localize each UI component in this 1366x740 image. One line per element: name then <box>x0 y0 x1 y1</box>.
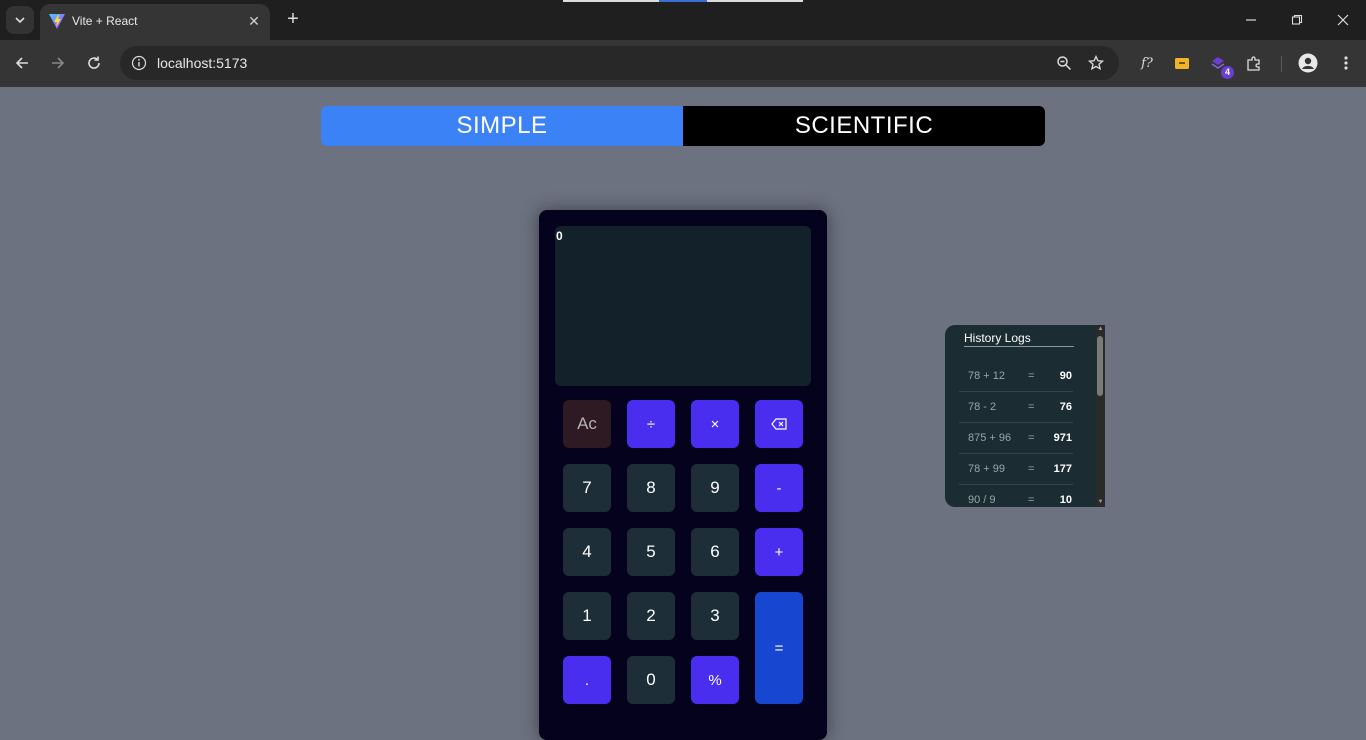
close-window-icon[interactable] <box>1331 8 1355 32</box>
history-result: 177 <box>1053 463 1072 475</box>
purple-extension-icon[interactable]: 4 <box>1206 51 1234 79</box>
reload-icon[interactable] <box>82 51 106 75</box>
zoom-icon[interactable] <box>1054 53 1074 73</box>
calculator: 0 Ac ÷ × 7 8 9 - 4 5 6 + 1 2 3 = . 0 % <box>539 210 827 740</box>
history-entry[interactable]: 78 + 12 = 90 <box>959 360 1073 392</box>
history-equals: = <box>1028 463 1035 475</box>
simple-mode-button[interactable]: SIMPLE <box>321 106 683 146</box>
digit-9-button[interactable]: 9 <box>691 464 739 512</box>
backspace-icon <box>771 418 787 430</box>
bookmark-star-icon[interactable] <box>1086 53 1106 73</box>
divide-button[interactable]: ÷ <box>627 400 675 448</box>
history-entry[interactable]: 78 - 2 = 76 <box>959 391 1073 423</box>
history-title: History Logs <box>964 331 1074 347</box>
scroll-up-arrow-icon[interactable]: ▲ <box>1096 325 1105 334</box>
forward-arrow-icon[interactable] <box>46 51 70 75</box>
extension-badge: 4 <box>1221 66 1234 79</box>
digit-2-button[interactable]: 2 <box>627 592 675 640</box>
browser-tabstrip: Vite + React ✕ + <box>0 0 1366 40</box>
font-extension-icon[interactable]: f? <box>1135 51 1159 75</box>
minus-button[interactable]: - <box>755 464 803 512</box>
history-equals: = <box>1028 370 1035 382</box>
calculator-display: 0 <box>555 226 811 386</box>
history-equals: = <box>1028 494 1035 506</box>
scroll-thumb[interactable] <box>1097 336 1103 396</box>
scientific-mode-button[interactable]: SCIENTIFIC <box>683 106 1045 146</box>
browser-toolbar: localhost:5173 f? 4 <box>0 40 1366 87</box>
plus-button[interactable]: + <box>755 528 803 576</box>
browser-tab[interactable]: Vite + React ✕ <box>40 4 270 40</box>
history-result: 971 <box>1053 432 1072 444</box>
backspace-button[interactable] <box>755 400 803 448</box>
toolbar-divider <box>1281 56 1282 72</box>
digit-1-button[interactable]: 1 <box>563 592 611 640</box>
digit-7-button[interactable]: 7 <box>563 464 611 512</box>
tab-title: Vite + React <box>72 14 138 28</box>
puzzle-extensions-icon[interactable] <box>1242 51 1266 75</box>
tab-search-button[interactable] <box>6 6 34 34</box>
folder-extension-icon[interactable] <box>1170 51 1194 75</box>
history-expression: 78 + 12 <box>968 370 1006 382</box>
digit-6-button[interactable]: 6 <box>691 528 739 576</box>
history-equals: = <box>1028 432 1035 444</box>
more-menu-icon[interactable] <box>1334 51 1358 75</box>
history-result: 90 <box>1059 370 1072 382</box>
history-expression: 875 + 96 <box>968 432 1012 444</box>
display-value: 0 <box>556 229 563 243</box>
history-scrollbar[interactable]: ▲ ▼ <box>1096 325 1105 507</box>
minimize-icon[interactable] <box>1239 8 1263 32</box>
history-equals: = <box>1028 401 1035 413</box>
restore-icon[interactable] <box>1285 8 1309 32</box>
site-info-icon[interactable] <box>128 52 150 74</box>
decimal-button[interactable]: . <box>563 656 611 704</box>
digit-8-button[interactable]: 8 <box>627 464 675 512</box>
digit-0-button[interactable]: 0 <box>627 656 675 704</box>
digit-4-button[interactable]: 4 <box>563 528 611 576</box>
history-expression: 78 - 2 <box>968 401 997 413</box>
back-arrow-icon[interactable] <box>10 51 34 75</box>
scroll-down-arrow-icon[interactable]: ▼ <box>1096 498 1105 507</box>
digit-5-button[interactable]: 5 <box>627 528 675 576</box>
drag-indicator <box>563 0 803 2</box>
equals-button[interactable]: = <box>755 592 803 704</box>
chevron-down-icon <box>15 17 25 24</box>
vite-logo-icon <box>49 14 65 29</box>
address-bar[interactable]: localhost:5173 <box>120 46 1119 80</box>
profile-avatar-icon[interactable] <box>1296 51 1320 75</box>
history-expression: 90 / 9 <box>968 494 996 506</box>
close-tab-icon[interactable]: ✕ <box>244 11 264 31</box>
history-result: 10 <box>1059 494 1072 506</box>
history-entry[interactable]: 90 / 9 = 10 <box>959 484 1073 507</box>
history-result: 76 <box>1059 401 1072 413</box>
digit-3-button[interactable]: 3 <box>691 592 739 640</box>
history-panel[interactable]: History Logs 78 + 12 = 90 78 - 2 = 76 87… <box>945 325 1105 507</box>
percent-button[interactable]: % <box>691 656 739 704</box>
multiply-button[interactable]: × <box>691 400 739 448</box>
history-expression: 78 + 99 <box>968 463 1006 475</box>
all-clear-button[interactable]: Ac <box>563 400 611 448</box>
history-entry[interactable]: 78 + 99 = 177 <box>959 453 1073 485</box>
mode-switch: SIMPLE SCIENTIFIC <box>321 106 1045 146</box>
history-entry[interactable]: 875 + 96 = 971 <box>959 422 1073 454</box>
new-tab-button[interactable]: + <box>282 8 304 30</box>
url-text: localhost:5173 <box>157 55 248 71</box>
